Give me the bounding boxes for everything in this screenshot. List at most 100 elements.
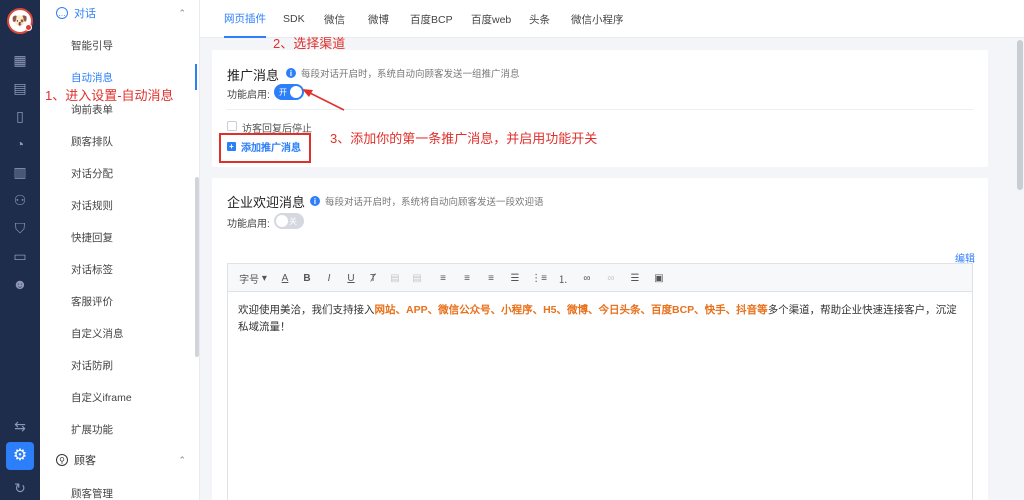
subnav-item-custom-iframe[interactable]: 自定义iframe <box>40 384 197 410</box>
chat-bubble-icon: … <box>56 7 68 19</box>
tab-label: 百度BCP <box>410 13 453 26</box>
bold-icon[interactable]: B <box>300 271 314 285</box>
tab-label: 头条 <box>529 13 550 26</box>
promo-tip-text: 每段对话开启时，系统自动向顾客发送一组推广消息 <box>301 69 520 80</box>
tab-label: 网页插件 <box>224 12 266 25</box>
subnav-item-label: 对话标签 <box>71 263 113 276</box>
shield-icon[interactable]: ⛉ <box>10 218 30 238</box>
subnav-scrollbar[interactable] <box>195 177 199 357</box>
welcome-editor: 字号 ▾ A B I U Ⱦ ▤ ▤ ≡ ≡ ≡ ☰ ⋮≡ ⒈ ∞ ∞ ☰ ▣ … <box>227 263 973 500</box>
clear-format-icon[interactable]: Ⱦ <box>366 271 380 285</box>
subnav-item-smart-guide[interactable]: 智能引导 <box>40 32 197 58</box>
dashboard-icon[interactable]: ▦ <box>10 50 30 70</box>
subnav-item-customer-management[interactable]: 顾客管理 <box>40 480 197 500</box>
switch-knob <box>276 215 288 227</box>
switch-text: 开 <box>279 87 287 97</box>
redo-icon[interactable]: ▤ <box>410 271 424 285</box>
chevron-up-icon: ⌃ <box>178 7 186 18</box>
annotation-arrow-icon <box>302 89 345 111</box>
subnav-item-dispatch[interactable]: 对话分配 <box>40 160 197 186</box>
tab-label: 微信 <box>324 13 345 26</box>
stop-after-reply-checkbox[interactable] <box>227 121 237 131</box>
subnav-item-quick-reply[interactable]: 快捷回复 <box>40 224 197 250</box>
subnav-item-label: 自定义iframe <box>71 391 132 404</box>
subnav-item-tags[interactable]: 对话标签 <box>40 256 197 282</box>
bullet-list-icon[interactable]: ⋮≡ <box>531 271 547 285</box>
font-size-dropdown[interactable]: 字号 ▾ <box>236 271 270 286</box>
italic-icon[interactable]: I <box>322 271 336 285</box>
refresh-icon[interactable]: ↻ <box>10 478 30 498</box>
transfer-icon[interactable]: ⇆ <box>10 416 30 436</box>
promo-tip: i 每段对话开启时，系统自动向顾客发送一组推广消息 <box>286 66 520 80</box>
subnav-item-anti-spam[interactable]: 对话防刷 <box>40 352 197 378</box>
group-dialog[interactable]: … 对话 ⌃ <box>40 0 200 26</box>
chat-icon[interactable]: ▤ <box>10 78 30 98</box>
tab-label: SDK <box>283 13 305 25</box>
align-right-icon[interactable]: ≡ <box>484 271 498 285</box>
font-size-label: 字号 <box>239 274 260 286</box>
page-scrollbar[interactable] <box>1017 40 1023 190</box>
avatar[interactable]: 🐶 <box>7 8 33 34</box>
clipboard-icon[interactable]: ▯ <box>10 106 30 126</box>
tab-toutiao[interactable]: 头条 <box>529 0 550 38</box>
message-prefix: 欢迎使用美洽，我们支持接入 <box>238 304 375 316</box>
message-channels: 网站、APP、微信公众号、小程序、H5、微博、今日头条、百度BCP、快手、抖音等 <box>374 304 768 316</box>
underline-icon[interactable]: U <box>344 271 358 285</box>
numbered-list-icon[interactable]: ⒈ <box>556 271 570 286</box>
tab-label: 百度web <box>471 13 512 26</box>
annotation-highlight-box <box>219 133 311 163</box>
clock-icon[interactable]: ◔ <box>10 134 30 154</box>
unlink-icon[interactable]: ∞ <box>604 271 618 285</box>
welcome-tip: i 每段对话开启时，系统将自动向顾客发送一段欢迎语 <box>310 194 544 208</box>
bar-chart-icon[interactable]: ▥ <box>10 162 30 182</box>
welcome-message-card: 企业欢迎消息 i 每段对话开启时，系统将自动向顾客发送一段欢迎语 功能启用: 关… <box>212 178 988 500</box>
strikethrough-icon[interactable]: ☰ <box>628 271 642 285</box>
notification-dot <box>25 24 32 31</box>
subnav-item-label: 快捷回复 <box>71 231 113 244</box>
subnav-item-label: 智能引导 <box>71 39 113 52</box>
tab-wechat-mini-program[interactable]: 微信小程序 <box>571 0 624 38</box>
group-customer[interactable]: ⚲ 顾客 ⌃ <box>40 447 200 473</box>
tab-baidu-web[interactable]: 百度web <box>471 0 511 38</box>
annotation-step-2: 2、选择渠道 <box>273 36 346 51</box>
subnav-item-label: 客服评价 <box>71 295 113 308</box>
subnav-item-label: 自动消息 <box>71 71 113 84</box>
align-center-icon[interactable]: ≡ <box>460 271 474 285</box>
group-dialog-label: 对话 <box>74 8 96 20</box>
align-left-icon[interactable]: ≡ <box>436 271 450 285</box>
subnav-item-custom-message[interactable]: 自定义消息 <box>40 320 197 346</box>
info-icon: i <box>286 68 296 78</box>
subnav-item-rules[interactable]: 对话规则 <box>40 192 197 218</box>
welcome-tip-text: 每段对话开启时，系统将自动向顾客发送一段欢迎语 <box>325 197 544 208</box>
image-icon[interactable]: ▣ <box>652 271 666 285</box>
align-justify-icon[interactable]: ☰ <box>508 271 522 285</box>
subnav-item-label: 扩展功能 <box>71 423 113 436</box>
subnav-item-evaluation[interactable]: 客服评价 <box>40 288 197 314</box>
subnav-item-label: 自定义消息 <box>71 327 124 340</box>
tab-weibo[interactable]: 微博 <box>368 0 389 38</box>
subnav-item-queue[interactable]: 顾客排队 <box>40 128 197 154</box>
link-icon[interactable]: ∞ <box>580 271 594 285</box>
users-icon[interactable]: ⚇ <box>10 190 30 210</box>
annotation-step-3: 3、添加你的第一条推广消息，并启用功能开关 <box>330 131 598 146</box>
user-icon: ⚲ <box>56 454 68 466</box>
monitor-icon[interactable]: ▭ <box>10 246 30 266</box>
welcome-message-content[interactable]: 欢迎使用美洽，我们支持接入网站、APP、微信公众号、小程序、H5、微博、今日头条… <box>238 302 962 336</box>
undo-icon[interactable]: ▤ <box>388 271 402 285</box>
robot-icon[interactable]: ☻ <box>10 274 30 294</box>
editor-toolbar: 字号 ▾ A B I U Ⱦ ▤ ▤ ≡ ≡ ≡ ☰ ⋮≡ ⒈ ∞ ∞ ☰ ▣ <box>228 264 972 292</box>
subnav-item-extensions[interactable]: 扩展功能 <box>40 416 197 442</box>
subnav-item-label: 顾客排队 <box>71 135 113 148</box>
promo-enable-label: 功能启用: <box>227 90 270 101</box>
subnav-item-label: 对话防刷 <box>71 359 113 372</box>
font-color-icon[interactable]: A <box>278 271 292 285</box>
tab-web-plugin[interactable]: 网页插件 <box>224 0 266 38</box>
welcome-title: 企业欢迎消息 <box>227 195 306 210</box>
tab-baidu-bcp[interactable]: 百度BCP <box>410 0 453 38</box>
gear-icon[interactable]: ⚙ <box>6 442 34 470</box>
tab-label: 微博 <box>368 13 389 26</box>
subnav-item-label: 对话分配 <box>71 167 113 180</box>
welcome-enable-switch[interactable]: 关 <box>274 213 304 229</box>
icon-rail: 🐶 ▦ ▤ ▯ ◔ ▥ ⚇ ⛉ ▭ ☻ ⇆ ⚙ ↻ <box>0 0 40 500</box>
info-icon: i <box>310 196 320 206</box>
